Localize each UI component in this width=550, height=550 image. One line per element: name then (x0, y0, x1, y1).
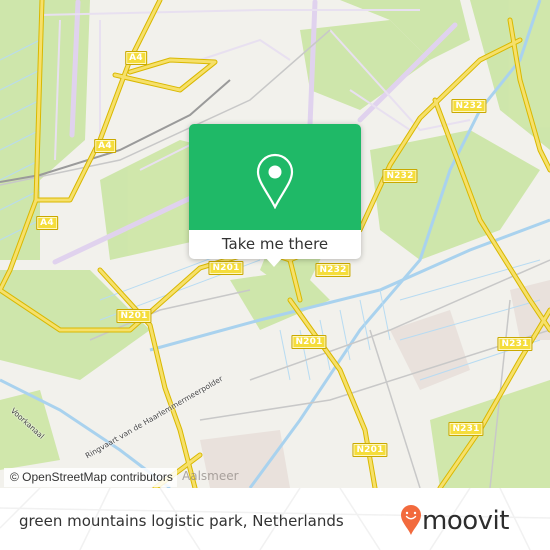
road-shield-n232: N232 (451, 99, 487, 113)
moovit-pin-icon (401, 505, 421, 535)
map-attribution[interactable]: © OpenStreetMap contributors (4, 468, 177, 487)
road-shield-a4: A4 (125, 51, 147, 65)
road-shield-n231: N231 (448, 422, 484, 436)
destination-popup: Take me there (189, 124, 361, 267)
road-shield-a4: A4 (94, 139, 116, 153)
popup-header (189, 124, 361, 230)
place-name: green mountains logistic park, Netherlan… (19, 512, 344, 530)
road-shield-a4: A4 (36, 216, 58, 230)
road-shield-n232: N232 (315, 263, 351, 277)
footer: green mountains logistic park, Netherlan… (0, 488, 550, 550)
popup-pointer (265, 257, 283, 267)
road-shield-n232: N232 (382, 169, 418, 183)
road-shield-n201: N201 (208, 261, 244, 275)
map-view[interactable]: A4 A4 A4 A4 N232 N232 N232 N201 N201 N20… (0, 0, 550, 488)
town-label-aalsmeer: Aalsmeer (182, 469, 239, 483)
map-pin-icon (256, 153, 294, 209)
road-shield-n231: N231 (497, 337, 533, 351)
road-shield-n201: N201 (352, 443, 388, 457)
road-shield-n201: N201 (291, 335, 327, 349)
road-shield-n201: N201 (116, 309, 152, 323)
moovit-wordmark: moovit (422, 506, 509, 536)
take-me-there-button[interactable]: Take me there (189, 230, 361, 259)
